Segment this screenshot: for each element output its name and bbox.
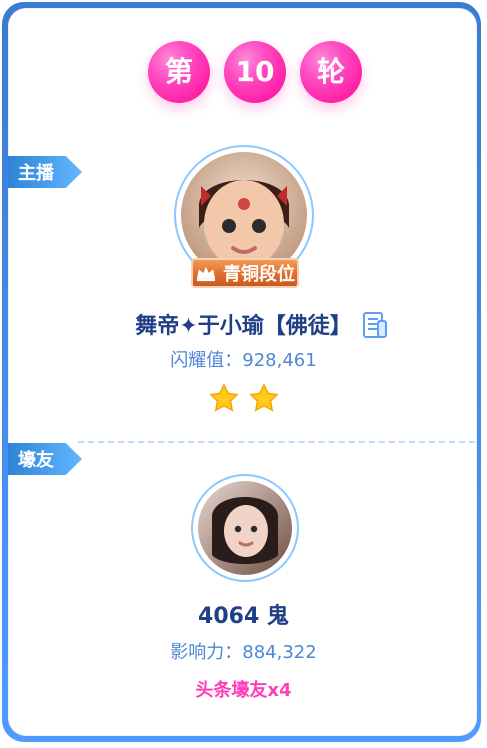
star-icon [248, 383, 279, 412]
rank-badge: 青铜段位 [191, 258, 299, 288]
round-suffix: 轮 [316, 55, 345, 88]
round-indicator: 第 10 轮 [148, 41, 362, 103]
round-number: 10 [235, 55, 275, 88]
card-frame [2, 2, 481, 742]
round-suffix-pill: 轮 [300, 41, 362, 103]
host-metric: 闪耀值：928,461 [170, 350, 317, 371]
fan-avatar[interactable] [198, 481, 292, 575]
round-number-pill: 10 [224, 41, 286, 103]
host-stars [0, 383, 487, 413]
fan-label: 壕友 [18, 450, 54, 471]
rank-badge-label: 青铜段位 [223, 264, 295, 285]
round-prefix: 第 [164, 55, 193, 88]
star-icon [208, 383, 239, 412]
section-divider [78, 441, 475, 443]
fan-metric: 影响力：884,322 [170, 642, 317, 663]
document-icon[interactable] [358, 309, 390, 341]
host-name: 舞帝✦于小瑜【佛徒】 [135, 314, 352, 339]
fan-avatar-image [198, 481, 292, 575]
round-prefix-pill: 第 [148, 41, 210, 103]
fan-name: 4064 鬼 [198, 604, 289, 629]
fan-rank-tag: 头条壕友x4 [195, 680, 292, 701]
crown-icon [197, 266, 215, 282]
host-label: 主播 [18, 163, 54, 184]
